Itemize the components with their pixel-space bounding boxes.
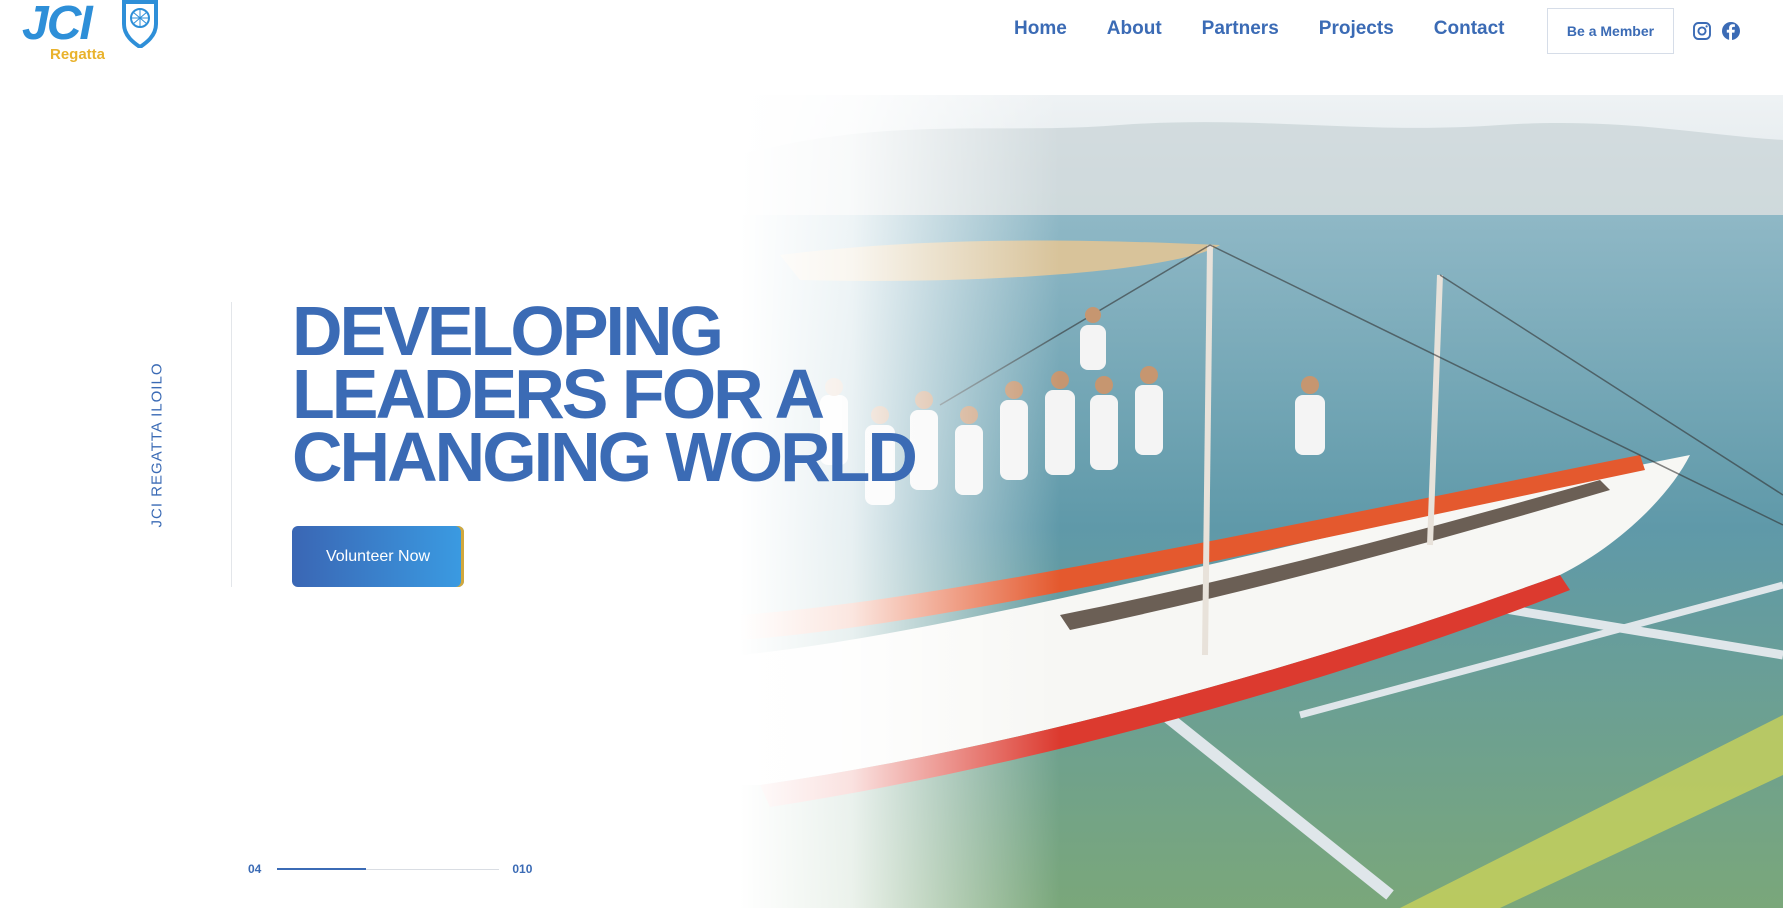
headline-line-2: LEADERS FOR A: [292, 355, 825, 433]
nav-about[interactable]: About: [1107, 18, 1162, 40]
logo-text: JCI: [22, 0, 93, 50]
instagram-icon[interactable]: [1692, 21, 1712, 41]
logo[interactable]: JCI Regatta: [20, 0, 170, 66]
slide-progress: 04 010: [248, 862, 532, 876]
logo-subtext: Regatta: [50, 46, 106, 63]
slide-current: 04: [248, 862, 262, 876]
side-label: JCI REGATTA ILOILO: [148, 362, 166, 528]
hero-headline: DEVELOPING LEADERS FOR A CHANGING WORLD: [292, 292, 932, 496]
headline-line-3: CHANGING WORLD: [292, 418, 918, 496]
nav-contact[interactable]: Contact: [1434, 18, 1505, 40]
social-links: [1692, 21, 1741, 41]
volunteer-now-button[interactable]: Volunteer Now: [292, 526, 464, 587]
slide-total: 010: [512, 862, 533, 876]
be-a-member-button[interactable]: Be a Member: [1547, 8, 1674, 54]
hero-photo: [740, 95, 1783, 908]
facebook-icon[interactable]: [1721, 21, 1741, 41]
progress-fill: [277, 867, 367, 870]
shield-icon: [120, 0, 160, 50]
nav-partners[interactable]: Partners: [1202, 18, 1279, 40]
nav-home[interactable]: Home: [1014, 18, 1067, 40]
progress-track[interactable]: [277, 867, 500, 870]
main-nav: Home About Partners Projects Contact: [1014, 18, 1505, 40]
nav-projects[interactable]: Projects: [1319, 18, 1394, 40]
headline-line-1: DEVELOPING: [292, 292, 724, 370]
divider: [231, 302, 232, 587]
